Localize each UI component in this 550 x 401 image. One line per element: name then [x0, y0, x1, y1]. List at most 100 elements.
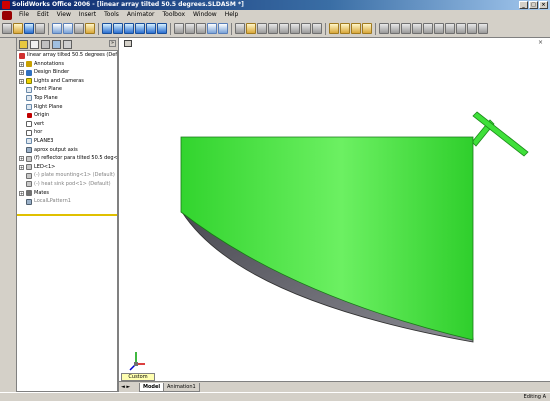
circle-icon[interactable]: [423, 23, 433, 34]
undo-icon[interactable]: [52, 23, 62, 34]
tab-animation1[interactable]: Animation1: [163, 383, 200, 392]
close-button[interactable]: ×: [539, 1, 548, 9]
tree-item-hor[interactable]: hor: [17, 128, 117, 137]
trim-icon[interactable]: [478, 23, 488, 34]
mate-icon[interactable]: [340, 23, 350, 34]
top-view-icon[interactable]: [301, 23, 311, 34]
arc-icon[interactable]: [434, 23, 444, 34]
menu-tools[interactable]: Tools: [100, 10, 123, 20]
dimxpert-tab-icon[interactable]: [52, 39, 61, 49]
plane-icon: [26, 104, 32, 111]
reflector-green-face[interactable]: [180, 136, 474, 341]
tree-item-label: Annotations: [34, 60, 65, 67]
tree-item-lights-and-cameras[interactable]: + Lights and Cameras: [17, 77, 117, 86]
tree-item-top-plane[interactable]: Top Plane: [17, 94, 117, 103]
handle-part[interactable]: [471, 111, 529, 157]
right-view-icon[interactable]: [290, 23, 300, 34]
toolbar-separator: [231, 22, 232, 35]
section-view-icon[interactable]: [235, 23, 245, 34]
rectangle-icon[interactable]: [412, 23, 422, 34]
minimize-button[interactable]: _: [519, 1, 528, 9]
tree-item-label: PLANE3: [34, 137, 54, 144]
panel-close-icon[interactable]: »: [109, 40, 116, 47]
select-icon[interactable]: [63, 23, 73, 34]
tree-item-mates[interactable]: + Mates: [17, 189, 117, 198]
menu-view[interactable]: View: [53, 10, 75, 20]
front-view-icon[interactable]: [257, 23, 267, 34]
rebuild-icon[interactable]: [74, 23, 84, 34]
model-render[interactable]: [119, 38, 550, 381]
shaded-with-edges-icon[interactable]: [207, 23, 217, 34]
view-orientation-icon[interactable]: [246, 23, 256, 34]
line-icon[interactable]: [401, 23, 411, 34]
spline-icon[interactable]: [445, 23, 455, 34]
options-icon[interactable]: [85, 23, 95, 34]
menu-animator[interactable]: Animator: [123, 10, 159, 20]
print-icon[interactable]: [35, 23, 45, 34]
expand-icon[interactable]: +: [19, 70, 24, 76]
lights-icon: [26, 78, 32, 85]
tree-item-led[interactable]: + LED<1>: [17, 163, 117, 172]
feature-manager-tab-icon[interactable]: [19, 39, 28, 49]
configuration-manager-tab-icon[interactable]: [41, 39, 50, 49]
zoom-area-icon[interactable]: [113, 23, 123, 34]
pan-icon[interactable]: [157, 23, 167, 34]
tree-item-axis[interactable]: aprox output axis: [17, 146, 117, 155]
tab-scroll-arrows[interactable]: ◄ ►: [121, 384, 130, 390]
menu-file[interactable]: File: [15, 10, 33, 20]
tree-item-right-plane[interactable]: Right Plane: [17, 103, 117, 112]
tree-item-local-pattern[interactable]: LocalLPattern1: [17, 197, 117, 206]
shaded-icon[interactable]: [218, 23, 228, 34]
menu-window[interactable]: Window: [189, 10, 221, 20]
tree-item-assembly[interactable]: linear array tilted 50.5 degrees (Defa: [17, 51, 117, 60]
expand-icon[interactable]: +: [19, 164, 24, 170]
display-manager-tab-icon[interactable]: [63, 39, 72, 49]
back-view-icon[interactable]: [268, 23, 278, 34]
centerline-icon[interactable]: [467, 23, 477, 34]
expand-icon[interactable]: +: [19, 190, 24, 196]
open-folder-icon[interactable]: [13, 23, 23, 34]
menu-edit[interactable]: Edit: [33, 10, 53, 20]
tree-item-plane3[interactable]: PLANE3: [17, 137, 117, 146]
tree-item-reflector[interactable]: + (f) reflector para tilted 50.5 deg<: [17, 154, 117, 163]
save-icon[interactable]: [24, 23, 34, 34]
menu-toolbox[interactable]: Toolbox: [159, 10, 190, 20]
wireframe-icon[interactable]: [174, 23, 184, 34]
tree-item-label: (f) reflector para tilted 50.5 deg<: [34, 155, 118, 162]
title-bar: SolidWorks Office 2006 - [linear array t…: [0, 0, 550, 10]
menu-help[interactable]: Help: [221, 10, 243, 20]
expand-icon[interactable]: +: [19, 156, 24, 162]
zoom-selection-icon[interactable]: [135, 23, 145, 34]
smart-dimension-icon[interactable]: [390, 23, 400, 34]
view-orientation-button[interactable]: Custom: [121, 373, 155, 381]
expand-icon[interactable]: +: [19, 61, 24, 67]
tree-item-origin[interactable]: Origin: [17, 111, 117, 120]
rollback-bar[interactable]: [17, 214, 117, 216]
tree-item-plate-mounting[interactable]: (-) plate mounting<1> (Default): [17, 171, 117, 180]
tree-item-heat-sink-pod[interactable]: (-) heat sink pod<1> (Default): [17, 180, 117, 189]
rotate-component-icon[interactable]: [362, 23, 372, 34]
graphics-area[interactable]: × Custom ◄ ► Model Animation1: [118, 38, 550, 393]
zoom-to-fit-icon[interactable]: [102, 23, 112, 34]
hidden-lines-visible-icon[interactable]: [185, 23, 195, 34]
tree-item-vert[interactable]: vert: [17, 120, 117, 129]
point-icon[interactable]: [456, 23, 466, 34]
isometric-view-icon[interactable]: [312, 23, 322, 34]
solidworks-app-icon[interactable]: [2, 1, 10, 9]
tree-item-annotations[interactable]: + Annotations: [17, 60, 117, 69]
zoom-in-out-icon[interactable]: [124, 23, 134, 34]
rotate-view-icon[interactable]: [146, 23, 156, 34]
tree-item-design-binder[interactable]: + Design Binder: [17, 68, 117, 77]
hidden-lines-removed-icon[interactable]: [196, 23, 206, 34]
left-view-icon[interactable]: [279, 23, 289, 34]
new-document-icon[interactable]: [2, 23, 12, 34]
menu-insert[interactable]: Insert: [75, 10, 100, 20]
tree-item-front-plane[interactable]: Front Plane: [17, 85, 117, 94]
property-manager-tab-icon[interactable]: [30, 39, 39, 49]
expand-icon[interactable]: +: [19, 78, 24, 84]
move-component-icon[interactable]: [351, 23, 361, 34]
tab-model[interactable]: Model: [139, 383, 165, 392]
maximize-button[interactable]: □: [529, 1, 538, 9]
insert-component-icon[interactable]: [329, 23, 339, 34]
sketch-icon[interactable]: [379, 23, 389, 34]
